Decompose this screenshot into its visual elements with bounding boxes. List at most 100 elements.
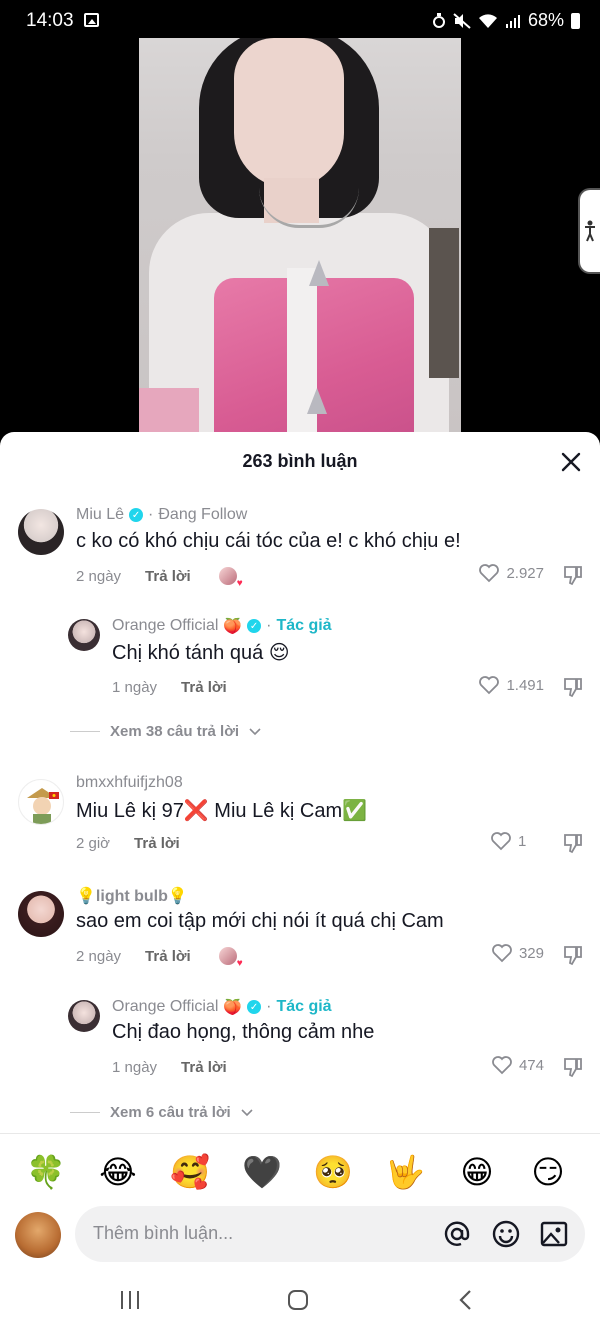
- like-button[interactable]: 474: [491, 1055, 544, 1075]
- status-bar: 14:03 68%: [0, 0, 600, 40]
- avatar[interactable]: [18, 509, 64, 555]
- like-count: 2.927: [506, 564, 544, 582]
- comment-author[interactable]: 💡light bulb💡: [76, 886, 188, 906]
- like-button[interactable]: 329: [491, 943, 544, 963]
- comment-time: 1 ngày: [112, 679, 158, 696]
- reply-button[interactable]: Trả lời: [181, 1059, 227, 1076]
- emoji-icon[interactable]: [491, 1219, 521, 1249]
- like-count: 1.491: [506, 676, 544, 694]
- comment-text: Miu Lê kị 97❌ Miu Lê kị Cam✅: [76, 800, 368, 822]
- creator-liked-avatar: [218, 567, 243, 589]
- my-avatar[interactable]: [15, 1212, 61, 1258]
- comment-meta: 1 ngày Trả lời: [112, 679, 227, 696]
- video-frame-side: [429, 228, 459, 378]
- comment-text: Chị khó tánh quá 😌: [112, 642, 290, 664]
- comment-meta: 2 giờ Trả lời: [76, 835, 180, 852]
- like-count: 1: [518, 832, 527, 850]
- author-name: bmxxhfuifjzh08: [76, 774, 183, 791]
- emoji-button[interactable]: 😁: [457, 1152, 497, 1192]
- star-ornament: [307, 388, 327, 414]
- comment-meta: 2 ngày Trả lời: [76, 947, 243, 969]
- follow-status[interactable]: Đang Follow: [158, 506, 247, 524]
- comment-meta: 1 ngày Trả lời: [112, 1059, 227, 1076]
- view-replies-label: Xem 6 câu trả lời: [110, 1104, 231, 1121]
- image-icon: [84, 13, 99, 27]
- reply-button[interactable]: Trả lời: [181, 679, 227, 696]
- sheet-title: 263 bình luận: [242, 451, 358, 471]
- like-count: 474: [518, 1056, 544, 1074]
- photo-icon[interactable]: [539, 1219, 569, 1249]
- mute-icon: [453, 12, 471, 29]
- author-name: Orange Official: [112, 617, 219, 634]
- emoji-button[interactable]: 🥺: [313, 1152, 353, 1192]
- recent-apps-icon[interactable]: [119, 1289, 141, 1311]
- comment-author[interactable]: Orange Official 🍑 ✓ · Tác giả: [112, 617, 332, 635]
- accessibility-icon: [585, 220, 595, 242]
- emoji-button[interactable]: 🥰: [170, 1152, 210, 1192]
- alarm-icon: [432, 12, 445, 28]
- author-badge: Tác giả: [276, 998, 332, 1015]
- dislike-icon[interactable]: [562, 1056, 584, 1078]
- comment-input-row: Thêm bình luận...: [0, 1205, 600, 1267]
- verified-icon: ✓: [247, 619, 262, 633]
- battery-icon: [571, 12, 580, 29]
- comment-time: 1 ngày: [112, 1059, 158, 1076]
- comment-time: 2 ngày: [76, 947, 122, 965]
- wifi-icon: [478, 13, 497, 28]
- author-name: Miu Lê: [76, 506, 125, 523]
- mention-icon[interactable]: [442, 1219, 472, 1249]
- like-button[interactable]: 1: [490, 831, 544, 851]
- comment-input[interactable]: Thêm bình luận...: [75, 1206, 585, 1262]
- comment-time: 2 giờ: [76, 835, 111, 852]
- comment-author[interactable]: bmxxhfuifjzh08: [76, 774, 183, 792]
- dislike-icon[interactable]: [562, 832, 584, 854]
- home-icon[interactable]: [287, 1289, 309, 1311]
- peach-emoji: 🍑: [223, 618, 243, 635]
- reply-button[interactable]: Trả lời: [145, 568, 191, 585]
- avatar-illustration: [27, 788, 59, 824]
- accessibility-tab[interactable]: [578, 188, 600, 274]
- reply-button[interactable]: Trả lời: [145, 948, 191, 965]
- separator: ·: [266, 617, 272, 634]
- avatar[interactable]: [18, 891, 64, 937]
- separator: ·: [266, 998, 272, 1015]
- emoji-button[interactable]: 😂: [98, 1152, 138, 1192]
- like-button[interactable]: 2.927: [478, 563, 544, 583]
- comment-text: sao em coi tập mới chị nói ít quá chị Ca…: [76, 910, 444, 932]
- dislike-icon[interactable]: [562, 564, 584, 586]
- chevron-down-icon: [249, 727, 261, 735]
- emoji-button[interactable]: 😏: [528, 1152, 568, 1192]
- author-name: 💡light bulb💡: [76, 888, 188, 905]
- reply-button[interactable]: Trả lời: [134, 835, 180, 852]
- dislike-icon[interactable]: [562, 944, 584, 966]
- dislike-icon[interactable]: [562, 676, 584, 698]
- avatar[interactable]: [68, 1000, 100, 1032]
- video-player[interactable]: [139, 38, 461, 438]
- verified-icon: ✓: [247, 1000, 262, 1014]
- like-count: 329: [518, 944, 544, 962]
- close-icon[interactable]: [558, 449, 584, 475]
- view-replies-button[interactable]: Xem 6 câu trả lời: [70, 1104, 253, 1121]
- heart-icon: [479, 676, 500, 695]
- avatar[interactable]: [18, 779, 64, 825]
- heart-icon: [479, 564, 500, 583]
- comment-input-placeholder: Thêm bình luận...: [93, 1223, 234, 1243]
- sheet-header: 263 bình luận: [0, 432, 600, 490]
- comment-meta: 2 ngày Trả lời: [76, 567, 243, 589]
- comment-author[interactable]: Orange Official 🍑 ✓ · Tác giả: [112, 998, 332, 1016]
- peach-emoji: 🍑: [223, 999, 243, 1016]
- emoji-button[interactable]: 🍀: [26, 1152, 66, 1192]
- emoji-button[interactable]: 🤟: [385, 1152, 425, 1192]
- emoji-quick-bar: 🍀 😂 🥰 🖤 🥺 🤟 😁 😏: [0, 1133, 600, 1205]
- divider: [70, 1112, 100, 1113]
- heart-icon: [492, 944, 512, 963]
- back-icon[interactable]: [456, 1289, 478, 1311]
- view-replies-button[interactable]: Xem 38 câu trả lời: [70, 723, 261, 740]
- like-button[interactable]: 1.491: [478, 675, 544, 695]
- avatar[interactable]: [68, 619, 100, 651]
- emoji-button[interactable]: 🖤: [242, 1152, 282, 1192]
- heart-icon: [492, 1056, 512, 1075]
- signal-icon: [505, 14, 520, 28]
- comment-author[interactable]: Miu Lê ✓ · Đang Follow: [76, 506, 247, 524]
- creator-liked-avatar: [218, 947, 243, 969]
